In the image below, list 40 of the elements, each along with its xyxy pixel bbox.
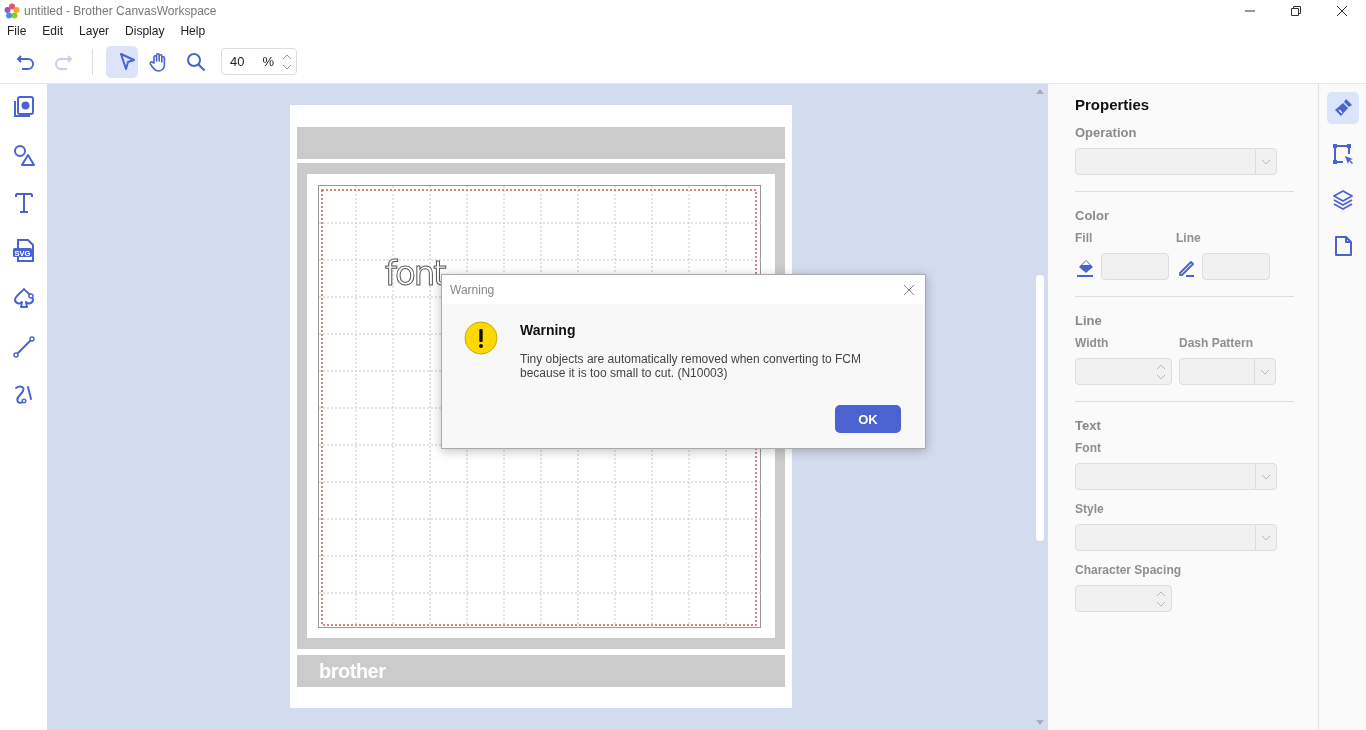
field-label: Style (1075, 502, 1105, 516)
field-label: Character Spacing (1075, 563, 1182, 577)
menu-item[interactable]: File (7, 24, 27, 38)
search-icon (185, 50, 207, 73)
section-heading: Operation (1075, 125, 1138, 140)
field-label: Width (1075, 336, 1110, 350)
line-tool-icon[interactable] (10, 334, 37, 360)
ok-button[interactable]: OK (835, 405, 901, 433)
chevron-down-icon (1261, 473, 1271, 480)
app-logo-icon (4, 3, 20, 19)
window-title: untitled - Brother CanvasWorkspace (24, 4, 217, 18)
chevron-down-icon (1261, 534, 1271, 541)
section-heading: Line (1075, 313, 1103, 328)
scroll-thumb[interactable] (1036, 275, 1044, 541)
restore-icon[interactable] (1290, 5, 1302, 17)
layers-icon (1330, 188, 1355, 212)
warning-icon (464, 321, 498, 355)
canvas-text-object[interactable]: font (385, 256, 445, 290)
select-tool-button[interactable] (106, 45, 138, 78)
vertical-scrollbar[interactable] (1032, 84, 1048, 730)
close-icon[interactable] (1336, 5, 1348, 17)
menu-item[interactable]: Display (125, 24, 165, 38)
panel-title: Properties (1075, 96, 1151, 113)
section-heading: Text (1075, 418, 1102, 433)
dialog-message: Tiny objects are automatically removed when converting to FCM because it is too small to cut. (N10003) (520, 352, 862, 380)
menu-item[interactable]: Edit (42, 24, 64, 38)
menu-item[interactable]: Layer (79, 24, 110, 38)
section-heading: Color (1075, 208, 1110, 223)
dialog-heading: Warning (520, 322, 577, 338)
dialog-title: Warning (450, 282, 495, 297)
properties-tab[interactable] (1326, 92, 1359, 124)
chevron-down-icon (1261, 158, 1271, 165)
field-label: Line (1176, 231, 1202, 245)
chevron-down-icon (1260, 368, 1270, 375)
field-label: Dash Pattern (1179, 336, 1255, 350)
field-label: Font (1075, 441, 1102, 455)
transform-icon (1330, 142, 1355, 166)
zoom-field[interactable]: 40 % (221, 48, 297, 75)
menu-item[interactable]: Help (180, 24, 206, 38)
field-label: Fill (1075, 231, 1094, 245)
